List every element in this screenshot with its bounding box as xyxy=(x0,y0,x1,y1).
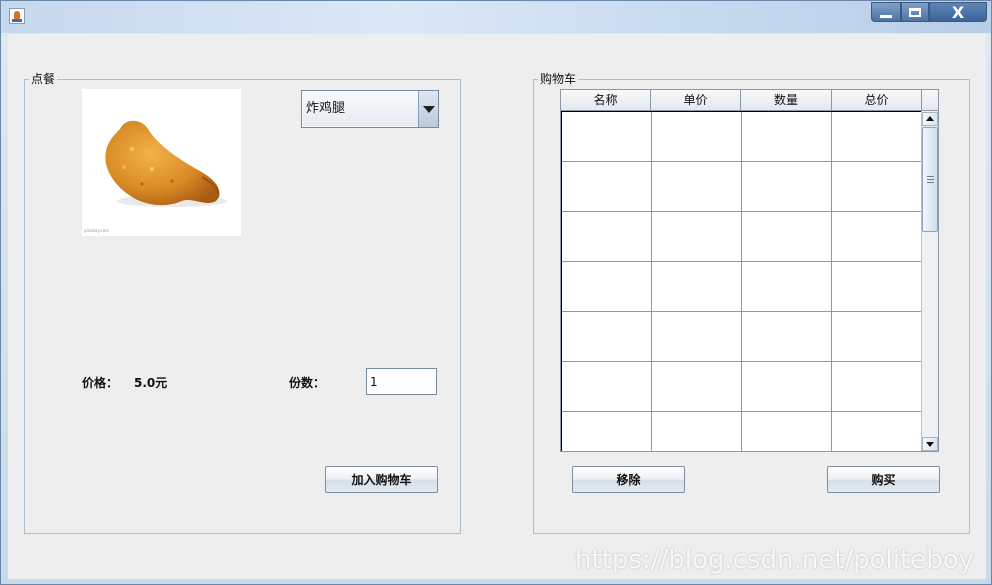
add-to-cart-button[interactable]: 加入购物车 xyxy=(325,466,438,493)
column-header-name[interactable]: 名称 xyxy=(561,90,651,111)
table-row[interactable] xyxy=(562,162,922,212)
table-cell[interactable] xyxy=(832,212,922,262)
cart-table[interactable]: 名称 单价 数量 总价 xyxy=(560,89,939,452)
price-label: 价格： xyxy=(82,376,119,390)
table-cell[interactable] xyxy=(562,162,652,212)
table-cell[interactable] xyxy=(562,412,652,451)
table-cell[interactable] xyxy=(651,112,742,162)
table-row[interactable] xyxy=(562,112,922,162)
buy-button[interactable]: 购买 xyxy=(827,466,940,493)
table-cell[interactable] xyxy=(652,412,742,451)
table-cell[interactable] xyxy=(651,312,742,362)
table-body xyxy=(561,111,922,451)
close-icon: X xyxy=(951,2,965,22)
fried-drumstick-image xyxy=(105,120,227,207)
table-cell[interactable] xyxy=(651,262,742,312)
close-button[interactable]: X xyxy=(929,2,987,22)
food-select-value: 炸鸡腿 xyxy=(303,92,418,126)
table-cell[interactable] xyxy=(562,262,652,312)
table-cell[interactable] xyxy=(741,112,833,162)
content-pane: 点餐 pixabay.com 炸鸡腿 价格： 5.0元 份数： 1 加入购物车 … xyxy=(8,34,986,579)
table-cell[interactable] xyxy=(742,412,833,451)
cart-panel-title: 购物车 xyxy=(538,72,579,86)
window-controls: X xyxy=(871,2,987,22)
table-cell[interactable] xyxy=(741,362,833,412)
table-cell[interactable] xyxy=(741,162,833,212)
price-value: 5.0元 xyxy=(134,376,168,390)
table-cell[interactable] xyxy=(651,212,742,262)
table-cell[interactable] xyxy=(562,312,652,362)
table-cell[interactable] xyxy=(651,362,742,412)
column-header-total[interactable]: 总价 xyxy=(832,90,922,111)
table-cell[interactable] xyxy=(832,362,922,412)
scroll-up-arrow-icon[interactable] xyxy=(922,112,938,126)
table-cell[interactable] xyxy=(741,262,833,312)
table-row[interactable] xyxy=(562,262,922,312)
maximize-icon xyxy=(909,7,921,17)
table-cell[interactable] xyxy=(741,212,833,262)
column-header-unit-price[interactable]: 单价 xyxy=(651,90,741,111)
table-header: 名称 单价 数量 总价 xyxy=(561,90,922,111)
order-panel-title: 点餐 xyxy=(29,72,58,86)
table-cell[interactable] xyxy=(832,112,922,162)
table-row[interactable] xyxy=(562,212,922,262)
food-image: pixabay.com xyxy=(82,89,241,236)
table-cell[interactable] xyxy=(741,312,833,362)
minimize-button[interactable] xyxy=(871,2,901,22)
watermark-text: https://blog.csdn.net/politeboy xyxy=(575,545,974,575)
quantity-input[interactable] xyxy=(366,368,437,395)
table-cell[interactable] xyxy=(832,412,922,451)
column-header-quantity[interactable]: 数量 xyxy=(741,90,832,111)
vertical-scrollbar[interactable] xyxy=(921,90,938,451)
chevron-down-icon[interactable] xyxy=(418,91,438,127)
title-bar[interactable]: X xyxy=(1,1,991,33)
grip-icon xyxy=(927,176,934,183)
table-row[interactable] xyxy=(562,412,922,451)
quantity-label: 份数： xyxy=(289,376,326,390)
remove-button[interactable]: 移除 xyxy=(572,466,685,493)
table-row[interactable] xyxy=(562,312,922,362)
scrollbar-thumb[interactable] xyxy=(922,127,938,232)
table-cell[interactable] xyxy=(562,212,652,262)
image-caption: pixabay.com xyxy=(84,228,110,233)
minimize-icon xyxy=(880,14,892,18)
food-select-combobox[interactable]: 炸鸡腿 xyxy=(301,90,439,128)
table-cell[interactable] xyxy=(562,112,652,162)
table-cell[interactable] xyxy=(832,262,922,312)
java-app-icon[interactable] xyxy=(9,8,25,24)
table-cell[interactable] xyxy=(832,312,922,362)
table-cell[interactable] xyxy=(562,362,652,412)
app-window: X 点餐 pixabay.com 炸鸡腿 价格： 5.0元 份数： 1 加入购物… xyxy=(0,0,992,585)
maximize-button[interactable] xyxy=(901,2,929,22)
scroll-down-arrow-icon[interactable] xyxy=(922,437,938,451)
table-row[interactable] xyxy=(562,362,922,412)
table-cell[interactable] xyxy=(651,162,742,212)
table-cell[interactable] xyxy=(832,162,922,212)
scrollbar-corner xyxy=(921,90,938,111)
